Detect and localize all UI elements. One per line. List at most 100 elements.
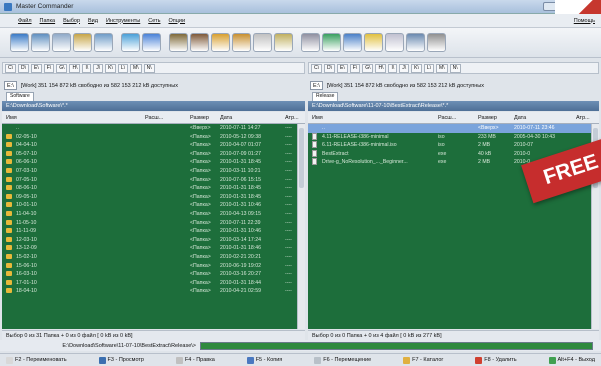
command-input[interactable] [200,341,593,350]
file-row[interactable]: 09-05-10 <Папка> 2010-01-31 18:45 ---- [2,193,305,202]
tools-icon[interactable] [301,33,320,52]
search-icon[interactable] [253,33,272,52]
left-col-size[interactable]: Размер [190,115,209,121]
file-row[interactable]: 17-01-10 <Папка> 2010-01-31 18:44 ---- [2,279,305,288]
left-col-date[interactable]: Дата [220,115,232,121]
file-row[interactable]: 05-07-10 <Папка> 2010-07-09 01:27 ---- [2,150,305,159]
file-row[interactable]: 12-03-10 <Папка> 2010-03-14 17:24 ---- [2,236,305,245]
left-drive-j[interactable]: J\ [93,63,104,73]
refresh-icon[interactable] [10,33,29,52]
compare-icon[interactable] [364,33,383,52]
menu-options[interactable]: Опции [168,18,185,24]
menu-file[interactable]: Файл [18,18,32,24]
fkey-3[interactable]: F3 - Просмотр [98,356,144,364]
right-drive-g[interactable]: G\ [362,63,374,73]
left-drive-e[interactable]: E\ [31,63,42,73]
file-row[interactable]: 11-05-10 <Папка> 2010-07-11 22:39 ---- [2,219,305,228]
left-disk-dropdown[interactable]: E:\ [4,81,17,90]
right-col-name[interactable]: Имя [312,115,323,121]
left-drive-d[interactable]: D\ [18,63,29,73]
right-drive-m[interactable]: M\ [436,63,448,73]
file-row[interactable]: 04-04-10 <Папка> 2010-04-07 01:07 ---- [2,141,305,150]
right-drive-f[interactable]: F\ [349,63,361,73]
menu-select[interactable]: Выбор [63,18,80,24]
settings-icon[interactable] [427,33,446,52]
left-drive-n[interactable]: N\ [143,63,155,73]
file-row[interactable]: 16-03-10 <Папка> 2010-03-16 20:27 ---- [2,270,305,279]
right-drive-l[interactable]: L\ [423,63,435,73]
right-tab-release[interactable]: Release [312,92,339,101]
sync-icon[interactable] [385,33,404,52]
file-row[interactable]: 07-05-10 <Папка> 2010-07-06 15:15 ---- [2,176,305,185]
left-scrollbar[interactable] [297,124,305,329]
view-detail-icon[interactable] [52,33,71,52]
left-drive-l[interactable]: L\ [117,63,129,73]
file-row[interactable]: 10-01-10 <Папка> 2010-01-31 10:46 ---- [2,201,305,210]
file-row[interactable]: 13-12-09 <Папка> 2010-01-31 18:46 ---- [2,244,305,253]
lock-icon[interactable] [211,33,230,52]
file-row[interactable]: .. <Вверх> 2010-07-11 23:46 [308,124,599,133]
file-row[interactable]: 15-06-10 <Папка> 2010-06-19 19:02 ---- [2,262,305,271]
view-thumbs-icon[interactable] [73,33,92,52]
file-row[interactable]: 02-05-10 <Папка> 2010-05-12 09:38 ---- [2,133,305,142]
right-drive-d[interactable]: D\ [324,63,335,73]
right-drive-i[interactable]: I\ [388,63,398,73]
left-col-name[interactable]: Имя [6,115,17,121]
right-col-date[interactable]: Дата [514,115,526,121]
fkey-8[interactable]: F8 - Удалить [475,356,517,364]
file-row[interactable]: 4.11-RELEASE-i386-minimal iso 233 MB 2005-0… [308,132,599,142]
menu-tools[interactable]: Инструменты [106,18,140,24]
sort-icon[interactable] [94,33,113,52]
terminal-icon[interactable] [406,33,425,52]
file-row[interactable]: .. <Вверх> 2010-07-11 14:27 ---- [2,124,305,133]
file-row[interactable]: 11-04-10 <Папка> 2010-04-13 09:15 ---- [2,210,305,219]
menu-folder[interactable]: Папка [40,18,56,24]
fkey-5[interactable]: F5 - Копия [246,356,282,364]
pack-icon[interactable] [169,33,188,52]
right-col-ext[interactable]: Расш... [438,115,456,121]
left-drive-i[interactable]: I\ [82,63,92,73]
right-disk-dropdown[interactable]: E:\ [310,81,323,90]
right-drive-k[interactable]: K\ [411,63,422,73]
left-drive-k[interactable]: K\ [105,63,116,73]
left-col-ext[interactable]: Расш... [145,115,163,121]
left-col-attr[interactable]: Атр... [285,115,299,121]
view-brief-icon[interactable] [31,33,50,52]
network-icon[interactable] [322,33,341,52]
left-drive-m[interactable]: M\ [130,63,142,73]
forward-icon[interactable] [142,33,161,52]
fkey-2[interactable]: F2 - Переименовать [6,356,67,364]
fkey-6[interactable]: F6 - Перемещение [314,356,371,364]
left-drive-h[interactable]: H\ [69,63,81,73]
edit-icon[interactable] [274,33,293,52]
file-row[interactable]: 07-03-10 <Папка> 2010-03-11 10:21 ---- [2,167,305,176]
left-drive-f[interactable]: F\ [43,63,55,73]
right-drive-n[interactable]: N\ [449,63,461,73]
unpack-icon[interactable] [190,33,209,52]
fkey-4[interactable]: F4 - Правка [175,356,215,364]
right-drive-e[interactable]: E\ [337,63,348,73]
file-row[interactable]: 6.11-RELEASE-i386-minimal.iso iso 2 MB 2010… [308,141,599,150]
right-drive-c[interactable]: C\ [311,63,322,73]
right-col-size[interactable]: Размер [478,115,497,121]
menu-help[interactable]: Помощь [574,18,595,24]
unlock-icon[interactable] [232,33,251,52]
file-row[interactable]: 15-02-10 <Папка> 2010-02-21 20:21 ---- [2,253,305,262]
file-row[interactable]: 06-06-10 <Папка> 2010-01-31 18:45 ---- [2,158,305,167]
menu-view[interactable]: Вид [88,18,98,24]
menu-network[interactable]: Сеть [148,18,160,24]
left-drive-g[interactable]: G\ [56,63,68,73]
file-row[interactable]: 18-04-10 <Папка> 2010-04-21 02:59 ---- [2,287,305,296]
file-row[interactable]: 11-11-09 <Папка> 2010-01-31 10:46 ---- [2,227,305,236]
right-drive-h[interactable]: H\ [375,63,387,73]
right-drive-j[interactable]: J\ [399,63,410,73]
fkey-7[interactable]: F7 - Каталог [403,356,443,364]
back-icon[interactable] [121,33,140,52]
fkey-9[interactable]: Alt+F4 - Выход [548,356,595,364]
ftp-icon[interactable] [343,33,362,52]
scroll-thumb[interactable] [299,128,304,188]
file-row[interactable]: 08-06-10 <Папка> 2010-01-31 18:45 ---- [2,184,305,193]
left-tab-software[interactable]: Software [6,92,34,101]
left-drive-c[interactable]: C\ [5,63,16,73]
right-col-attr[interactable]: Атр... [576,115,590,121]
